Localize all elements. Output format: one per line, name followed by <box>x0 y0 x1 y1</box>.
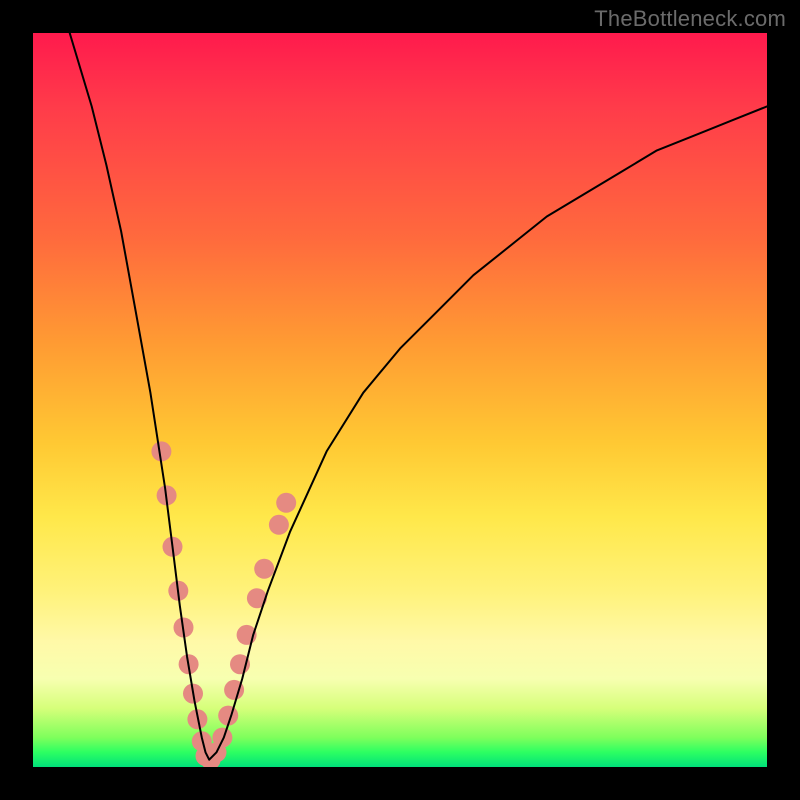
bottleneck-curve-path <box>70 33 767 760</box>
highlight-dots-layer <box>151 441 296 767</box>
highlight-dot <box>254 559 274 579</box>
chart-svg <box>33 33 767 767</box>
chart-frame: TheBottleneck.com <box>0 0 800 800</box>
highlight-dot <box>269 515 289 535</box>
highlight-dot <box>276 493 296 513</box>
highlight-dot <box>212 728 232 748</box>
plot-area <box>33 33 767 767</box>
watermark-text: TheBottleneck.com <box>594 6 786 32</box>
